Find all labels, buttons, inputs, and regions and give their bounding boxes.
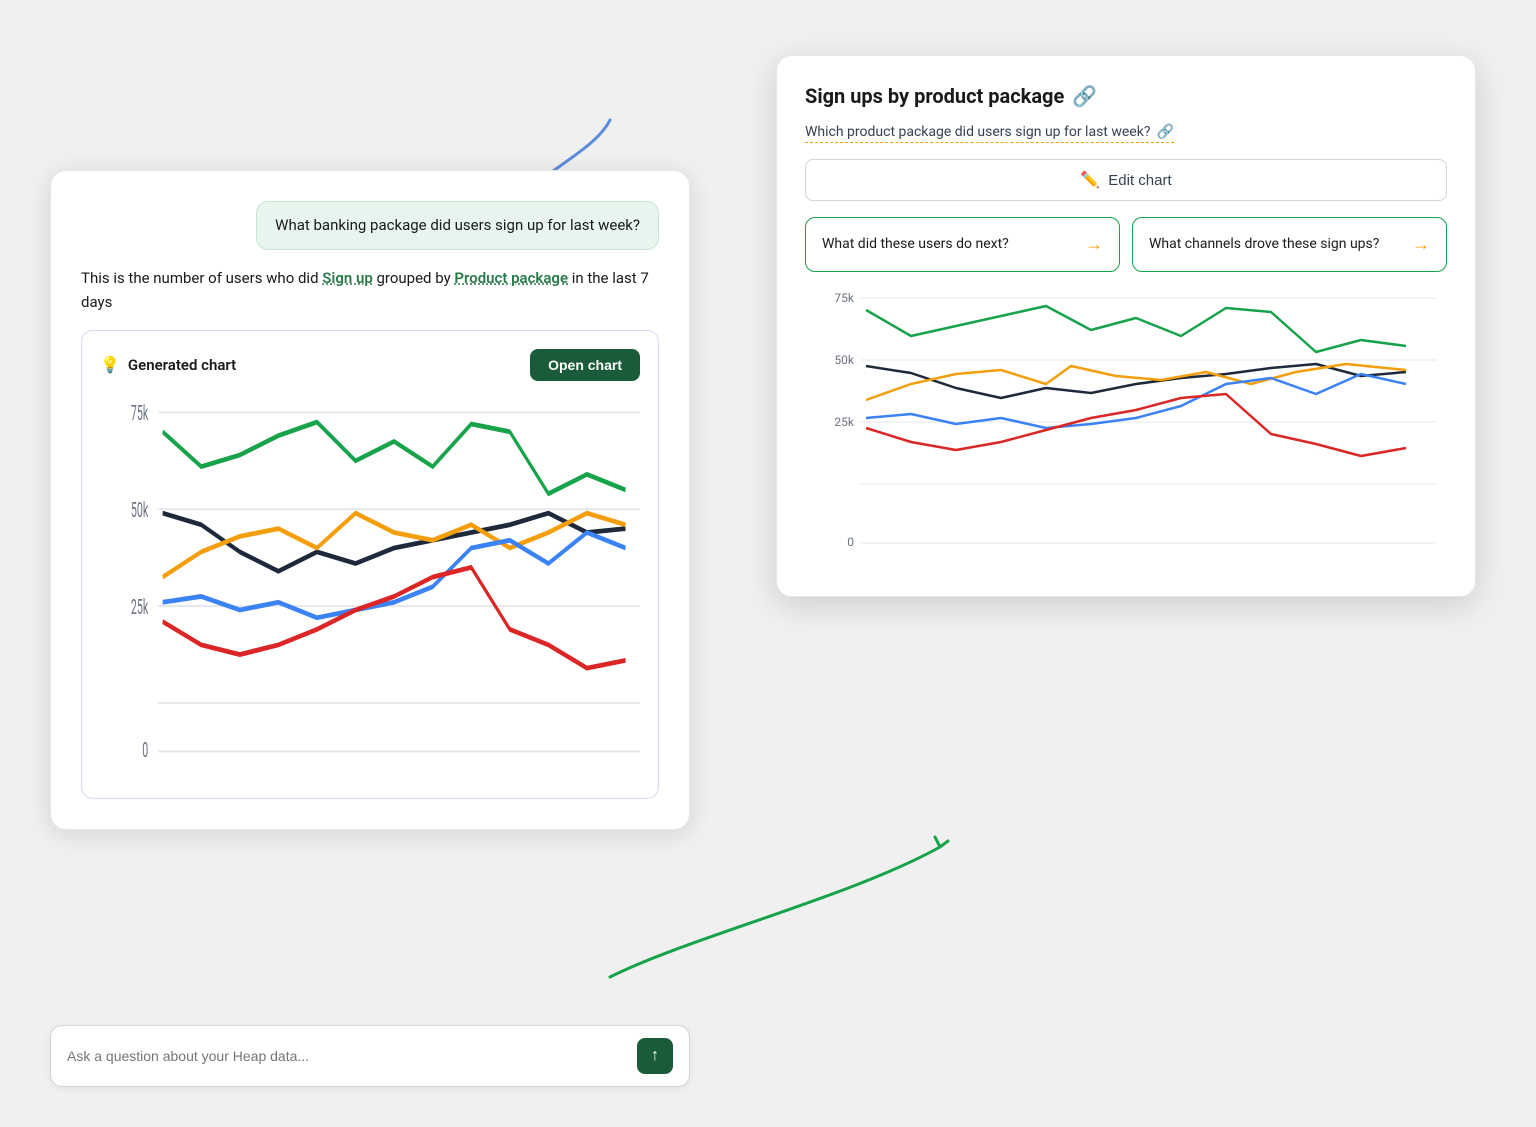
svg-text:75k: 75k (131, 401, 149, 426)
scene: What banking package did users sign up f… (0, 0, 1536, 1127)
title-sparkle-icon: 🔗 (1072, 84, 1097, 108)
small-chart-container: 75k 50k 25k 0 (100, 393, 640, 781)
suggestion-text-1: What did these users do next? (822, 235, 1009, 255)
send-icon: ↑ (651, 1047, 659, 1065)
suggestion-arrow-1: → (1085, 232, 1103, 257)
right-detail-panel: Sign ups by product package 🔗 Which prod… (776, 55, 1476, 597)
large-line-chart: 75k 50k 25k 0 (805, 288, 1447, 568)
svg-text:0: 0 (142, 738, 148, 763)
subtitle-text: Which product package did users sign up … (805, 124, 1150, 140)
green-arrow-decoration (570, 817, 990, 997)
chat-input-row: ↑ (50, 1025, 690, 1087)
user-message-text: What banking package did users sign up f… (275, 216, 640, 234)
user-message-bubble: What banking package did users sign up f… (256, 201, 659, 250)
response-text-2: grouped by (373, 269, 455, 287)
suggestion-card-1[interactable]: What did these users do next? → (805, 217, 1120, 272)
pencil-icon: ✏️ (1080, 170, 1100, 190)
response-text-1: This is the number of users who did (81, 269, 322, 287)
chat-response-text: This is the number of users who did Sign… (81, 266, 659, 314)
generated-chart-card: 💡 Generated chart Open chart 75k 50k 25k (81, 330, 659, 800)
edit-chart-button[interactable]: ✏️ Edit chart (805, 159, 1447, 201)
suggestion-text-2: What channels drove these sign ups? (1149, 235, 1379, 255)
svg-text:75k: 75k (834, 291, 854, 305)
send-button[interactable]: ↑ (637, 1038, 673, 1074)
right-panel-title-text: Sign ups by product package (805, 84, 1064, 108)
svg-text:25k: 25k (131, 594, 149, 619)
svg-text:50k: 50k (834, 353, 854, 367)
lightbulb-icon: 💡 (100, 355, 120, 374)
svg-text:0: 0 (847, 535, 854, 549)
chart-card-title: 💡 Generated chart (100, 355, 236, 374)
svg-text:25k: 25k (834, 415, 854, 429)
product-package-link[interactable]: Product package (454, 269, 568, 287)
suggestion-arrow-2: → (1412, 232, 1430, 257)
open-chart-button[interactable]: Open chart (530, 349, 640, 381)
suggestion-card-2[interactable]: What channels drove these sign ups? → (1132, 217, 1447, 272)
svg-text:50k: 50k (131, 498, 149, 523)
right-panel-subtitle: Which product package did users sign up … (805, 124, 1174, 143)
edit-chart-label: Edit chart (1108, 172, 1171, 189)
sign-up-link[interactable]: Sign up (322, 269, 373, 287)
large-chart-container: 75k 50k 25k 0 (805, 288, 1447, 568)
subtitle-sparkle-icon: 🔗 (1156, 124, 1173, 140)
suggestion-row: What did these users do next? → What cha… (805, 217, 1447, 272)
left-chat-panel: What banking package did users sign up f… (50, 170, 690, 830)
generated-chart-label: Generated chart (128, 356, 236, 374)
chat-input[interactable] (67, 1048, 627, 1064)
small-line-chart: 75k 50k 25k 0 (100, 393, 640, 781)
chart-card-header: 💡 Generated chart Open chart (100, 349, 640, 381)
right-panel-title: Sign ups by product package 🔗 (805, 84, 1447, 108)
